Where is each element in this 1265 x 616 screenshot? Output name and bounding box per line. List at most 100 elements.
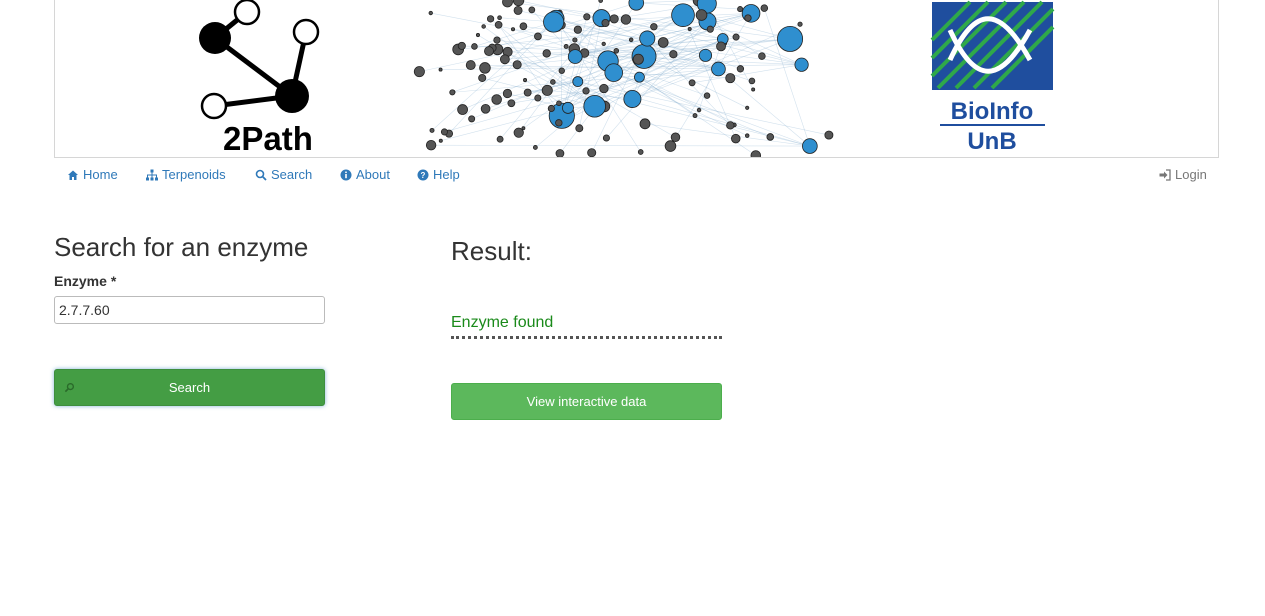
network-node xyxy=(480,103,491,114)
network-node xyxy=(547,104,555,113)
network-node xyxy=(671,3,695,27)
network-node xyxy=(766,133,775,141)
network-node xyxy=(572,76,584,88)
network-node xyxy=(670,132,681,142)
enzyme-input[interactable] xyxy=(54,296,325,324)
network-node xyxy=(695,9,708,21)
network-node xyxy=(711,61,726,77)
network-node xyxy=(688,79,696,87)
network-node xyxy=(532,145,538,150)
network-node xyxy=(650,23,658,31)
network-node xyxy=(496,135,504,143)
nav-item-search[interactable]: Search xyxy=(255,167,312,182)
network-node xyxy=(413,66,425,78)
network-node xyxy=(513,5,523,15)
view-interactive-data-button[interactable]: View interactive data xyxy=(451,383,722,420)
network-node xyxy=(657,37,669,48)
network-node xyxy=(502,88,513,99)
network-node xyxy=(620,14,632,25)
network-node xyxy=(440,128,448,136)
network-node xyxy=(632,53,644,65)
search-icon xyxy=(64,382,75,393)
search-icon xyxy=(255,169,267,181)
network-node xyxy=(457,41,466,50)
network-node xyxy=(637,149,644,155)
network-node xyxy=(725,73,736,84)
network-node xyxy=(639,30,656,47)
network-node xyxy=(750,150,761,157)
network-node xyxy=(575,124,584,133)
nav-item-label: Search xyxy=(271,167,313,182)
network-node xyxy=(748,77,756,85)
network-node xyxy=(628,0,644,11)
network-node xyxy=(512,60,522,70)
network-node xyxy=(567,49,583,64)
network-node xyxy=(751,87,756,92)
network-node xyxy=(438,67,443,72)
network-node xyxy=(598,0,603,3)
nav-item-label: Home xyxy=(83,167,118,182)
network-node xyxy=(497,15,502,20)
search-button[interactable]: Search xyxy=(54,369,325,406)
nav-item-about[interactable]: About xyxy=(340,167,390,182)
main-navigation: Home Terpenoids Search About ? Help Logi… xyxy=(54,160,1217,190)
nav-item-home[interactable]: Home xyxy=(67,167,118,182)
network-node xyxy=(528,6,536,14)
nav-item-help[interactable]: ? Help xyxy=(417,167,460,182)
network-node xyxy=(494,20,503,29)
network-node xyxy=(465,60,476,71)
network-node xyxy=(583,13,591,21)
network-node xyxy=(687,26,692,31)
network-node xyxy=(639,118,651,130)
network-node xyxy=(484,46,494,57)
network-node xyxy=(481,24,486,29)
svg-text:?: ? xyxy=(421,171,426,180)
network-node xyxy=(802,138,818,154)
network-node xyxy=(745,105,750,110)
result-title: Result: xyxy=(451,236,532,266)
network-node xyxy=(502,0,513,8)
network-node xyxy=(623,90,642,108)
nav-item-terpenoids[interactable]: Terpenoids xyxy=(146,167,226,182)
network-node xyxy=(777,25,804,52)
network-node xyxy=(555,149,565,157)
network-node xyxy=(760,4,769,12)
network-node xyxy=(493,36,501,44)
network-node xyxy=(794,57,809,72)
network-node xyxy=(703,92,711,99)
network-node xyxy=(744,14,752,22)
network-node xyxy=(471,43,478,50)
network-node xyxy=(601,41,606,47)
question-circle-icon: ? xyxy=(417,169,429,180)
enzyme-field-label: Enzyme * xyxy=(54,273,116,289)
info-circle-icon xyxy=(340,169,352,180)
network-node xyxy=(669,50,678,59)
network-node xyxy=(561,101,574,114)
network-node xyxy=(602,134,610,142)
network-node xyxy=(737,6,744,13)
network-node xyxy=(731,133,741,144)
network-node xyxy=(664,140,677,152)
nav-item-label: About xyxy=(356,167,390,182)
network-node xyxy=(543,11,565,33)
nav-item-label: Help xyxy=(433,167,460,182)
2path-logo: 2Path xyxy=(199,0,320,157)
network-node xyxy=(572,37,578,43)
network-node xyxy=(428,10,433,16)
network-node xyxy=(523,78,528,83)
network-node xyxy=(457,104,468,115)
network-node xyxy=(534,94,542,102)
login-label: Login xyxy=(1175,167,1207,182)
login-link[interactable]: Login xyxy=(1159,167,1207,182)
home-icon xyxy=(68,170,78,180)
sign-in-icon xyxy=(1159,168,1171,181)
logo-text: 2Path xyxy=(223,120,313,157)
network-node xyxy=(491,94,502,105)
network-node xyxy=(521,126,526,131)
network-node xyxy=(555,119,563,127)
network-node xyxy=(449,89,456,96)
network-node xyxy=(542,49,551,58)
network-node xyxy=(706,25,714,33)
network-node xyxy=(613,48,620,54)
search-form-title: Search for an enzyme xyxy=(54,232,309,262)
